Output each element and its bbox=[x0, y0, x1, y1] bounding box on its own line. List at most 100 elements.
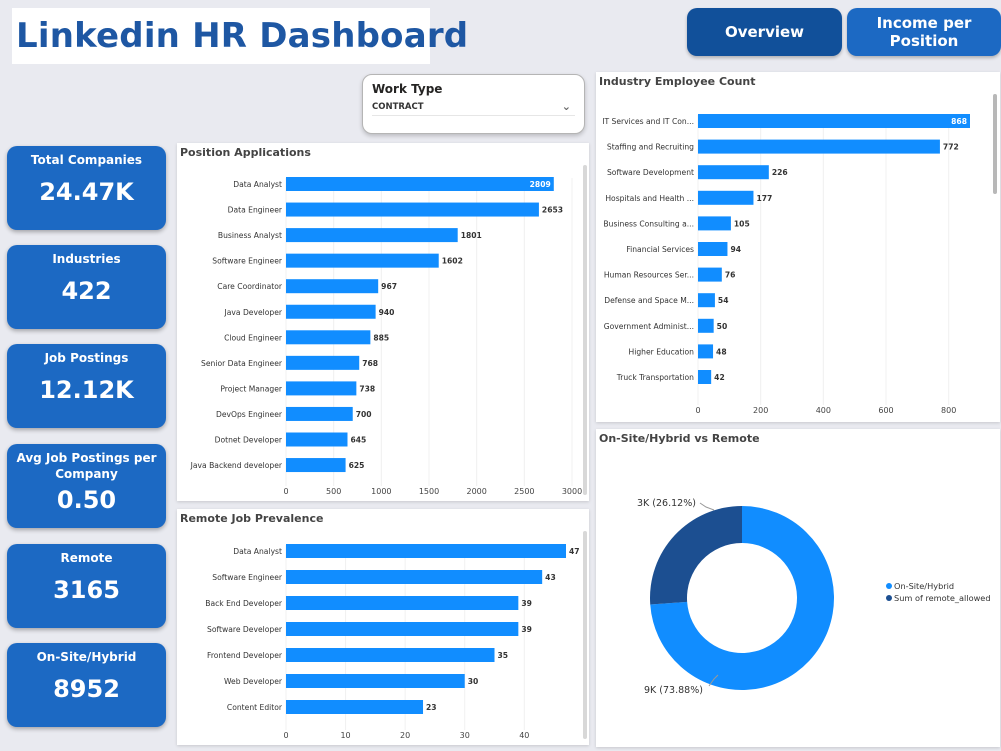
bar bbox=[286, 432, 348, 447]
bar bbox=[286, 202, 539, 217]
data-label: 54 bbox=[718, 296, 729, 305]
industry-employee-count-chart: 0 200 400 600 800 IT Services and IT Con... 86… bbox=[602, 114, 970, 415]
bar bbox=[286, 648, 495, 662]
x-tick-label: 200 bbox=[753, 406, 768, 415]
data-label: 76 bbox=[725, 271, 736, 280]
bar bbox=[286, 381, 357, 396]
data-label: 226 bbox=[772, 168, 788, 177]
data-label: 35 bbox=[498, 651, 509, 660]
bar bbox=[698, 318, 714, 333]
bar bbox=[698, 139, 940, 154]
slice-label: 9K (73.88%) bbox=[644, 685, 703, 696]
x-tick-label: 0 bbox=[283, 731, 288, 740]
bar bbox=[698, 242, 728, 256]
data-label: 967 bbox=[381, 282, 397, 291]
category-label: DevOps Engineer bbox=[216, 410, 283, 419]
donut-slice bbox=[650, 506, 742, 605]
category-label: Software Engineer bbox=[212, 573, 283, 582]
bar bbox=[698, 344, 714, 359]
kpi-value: 422 bbox=[61, 277, 112, 305]
kpi-remote: Remote 3165 bbox=[7, 544, 166, 628]
category-label: Content Editor bbox=[227, 703, 283, 712]
kpi-job-postings: Job Postings 12.12K bbox=[7, 344, 166, 428]
data-label: 43 bbox=[545, 573, 556, 582]
category-label: Business Analyst bbox=[218, 231, 282, 240]
category-label: Data Engineer bbox=[228, 206, 283, 215]
x-tick-label: 0 bbox=[283, 487, 288, 496]
slicer-value: CONTRACT bbox=[372, 102, 424, 112]
bar bbox=[286, 177, 554, 191]
kpi-value: 8952 bbox=[53, 675, 120, 703]
page-title: Linkedin HR Dashboard bbox=[16, 16, 469, 56]
category-label: Staffing and Recruiting bbox=[607, 143, 694, 152]
scrollbar[interactable] bbox=[583, 165, 587, 495]
data-label: 625 bbox=[349, 461, 365, 470]
x-tick-label: 2500 bbox=[514, 487, 534, 496]
x-tick-label: 20 bbox=[400, 731, 410, 740]
kpi-label: Remote bbox=[60, 551, 113, 565]
legend-marker bbox=[886, 595, 892, 601]
category-label: Project Manager bbox=[220, 384, 283, 393]
data-label: 645 bbox=[350, 436, 366, 445]
category-label: Government Administ... bbox=[604, 322, 694, 331]
kpi-label: Avg Job Postings per Company bbox=[16, 451, 157, 481]
bar bbox=[286, 622, 519, 636]
category-label: Java Backend developer bbox=[190, 461, 283, 470]
legend-marker bbox=[886, 583, 892, 589]
overview-button[interactable]: Overview bbox=[687, 8, 842, 56]
slice-label: 3K (26.12%) bbox=[637, 498, 696, 509]
bar bbox=[286, 674, 465, 688]
kpi-total-companies: Total Companies 24.47K bbox=[7, 146, 166, 230]
data-label: 885 bbox=[373, 333, 389, 342]
x-tick-label: 1000 bbox=[371, 487, 391, 496]
x-tick-label: 400 bbox=[816, 406, 831, 415]
category-label: Data Analyst bbox=[233, 547, 282, 556]
data-label: 772 bbox=[943, 143, 959, 152]
bar bbox=[698, 114, 970, 128]
category-label: IT Services and IT Con... bbox=[602, 117, 694, 126]
kpi-label: Total Companies bbox=[30, 153, 143, 167]
scrollbar[interactable] bbox=[583, 531, 587, 739]
data-label: 48 bbox=[716, 347, 727, 356]
category-label: Defense and Space M... bbox=[604, 296, 694, 305]
work-type-dropdown[interactable]: CONTRACT ⌄ bbox=[372, 99, 575, 116]
data-label: 2809 bbox=[530, 180, 551, 189]
kpi-label: On-Site/Hybrid bbox=[36, 650, 137, 664]
scrollbar[interactable] bbox=[993, 94, 997, 194]
data-label: 768 bbox=[362, 359, 378, 368]
onsite-vs-remote-panel: On-Site/Hybrid vs Remote 3K (26.12%) 9K (… bbox=[596, 429, 1000, 747]
bar bbox=[286, 458, 346, 473]
category-label: Back End Developer bbox=[205, 599, 283, 608]
data-label: 39 bbox=[521, 625, 532, 634]
kpi-industries: Industries 422 bbox=[7, 245, 166, 329]
bar bbox=[698, 216, 731, 231]
x-tick-label: 2000 bbox=[466, 487, 486, 496]
bar bbox=[286, 279, 379, 294]
leader-line bbox=[699, 502, 715, 511]
kpi-value: 3165 bbox=[53, 576, 120, 604]
remote-job-prevalence-chart: 0 10 20 30 40 Data Analyst 47 Software Engineer… bbox=[205, 544, 580, 740]
x-tick-label: 3000 bbox=[562, 487, 582, 496]
data-label: 1801 bbox=[461, 231, 482, 240]
data-label: 23 bbox=[426, 703, 437, 712]
data-label: 738 bbox=[359, 384, 375, 393]
kpi-label: Job Postings bbox=[44, 351, 129, 365]
data-label: 940 bbox=[379, 308, 395, 317]
data-label: 94 bbox=[730, 245, 741, 254]
chevron-down-icon[interactable]: ⌄ bbox=[562, 99, 571, 115]
income-per-position-button[interactable]: Income per Position bbox=[847, 8, 1001, 56]
remote-job-prevalence-panel: Remote Job Prevalence 0 10 20 30 40 Data Anal… bbox=[177, 509, 589, 745]
x-tick-label: 10 bbox=[340, 731, 350, 740]
data-label: 868 bbox=[951, 117, 967, 126]
category-label: Truck Transportation bbox=[616, 373, 694, 382]
data-label: 39 bbox=[521, 599, 532, 608]
data-label: 42 bbox=[714, 373, 725, 382]
work-type-slicer[interactable]: Work Type CONTRACT ⌄ bbox=[362, 74, 585, 134]
x-tick-label: 30 bbox=[460, 731, 470, 740]
bar bbox=[286, 700, 424, 714]
data-label: 1602 bbox=[442, 257, 463, 266]
category-label: Web Developer bbox=[224, 677, 283, 686]
category-label: Java Developer bbox=[223, 308, 282, 317]
category-label: Business Consulting a... bbox=[603, 219, 694, 228]
x-tick-label: 1500 bbox=[419, 487, 439, 496]
